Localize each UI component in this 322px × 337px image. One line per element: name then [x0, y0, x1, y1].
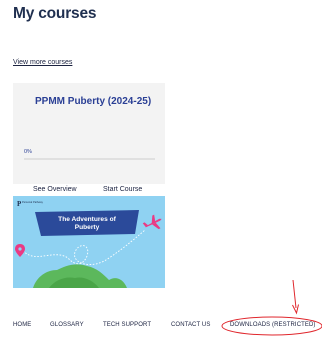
- svg-text:Personal Pathway: Personal Pathway: [22, 200, 44, 204]
- title-banner: [35, 210, 139, 236]
- course-card-header: PPMM Puberty (2024-25) 0%: [13, 83, 165, 184]
- banner-text-line2: Puberty: [75, 224, 100, 231]
- course-image[interactable]: P Personal Pathway The Adventures of Pub…: [13, 196, 165, 288]
- footer-nav: HOME GLOSSARY TECH SUPPORT CONTACT US DO…: [0, 322, 322, 332]
- footer-link-glossary[interactable]: GLOSSARY: [50, 322, 84, 328]
- course-card-actions: See Overview Start Course: [13, 184, 165, 194]
- view-more-courses-link[interactable]: View more courses: [13, 59, 72, 66]
- footer-link-home[interactable]: HOME: [13, 322, 31, 328]
- course-title[interactable]: PPMM Puberty (2024-25): [35, 96, 153, 108]
- progress-bar: [24, 158, 155, 160]
- see-overview-button[interactable]: See Overview: [33, 186, 77, 193]
- footer-link-tech-support[interactable]: TECH SUPPORT: [103, 322, 151, 328]
- course-card: PPMM Puberty (2024-25) 0% See Overview S…: [13, 83, 165, 288]
- footer-link-downloads-restricted[interactable]: DOWNLOADS (RESTRICTED): [230, 322, 316, 328]
- page-title: My courses: [13, 5, 97, 22]
- progress-label: 0%: [24, 149, 32, 155]
- banner-text-line1: The Adventures of: [58, 216, 116, 223]
- arrow-down-icon: [292, 279, 299, 315]
- footer-link-contact-us[interactable]: CONTACT US: [171, 322, 210, 328]
- start-course-button[interactable]: Start Course: [103, 186, 142, 193]
